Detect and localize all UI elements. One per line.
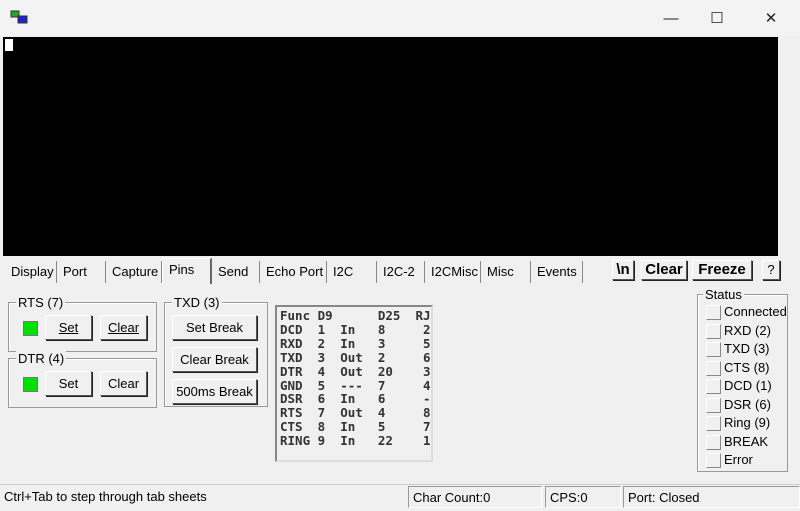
tab-events[interactable]: Events xyxy=(531,261,583,283)
newline-button[interactable]: \n xyxy=(612,260,634,280)
status-item-label: RXD (2) xyxy=(724,322,771,338)
txd-label: TXD (3) xyxy=(172,295,222,310)
rts-label: RTS (7) xyxy=(16,295,66,310)
serial-port-icon xyxy=(10,10,28,24)
status-indicator xyxy=(706,342,721,357)
pin-table-row: TXD 3 Out 2 6 xyxy=(280,349,431,365)
pin-table-row: DTR 4 Out 20 3 xyxy=(280,363,431,379)
status-item-label: BREAK xyxy=(724,433,769,449)
pin-table: Func D9 D25 RJ DCD 1 In 8 2 RXD 2 In 3 5 TX… xyxy=(275,305,433,462)
title-bar: — ☐ ✕ xyxy=(0,0,800,36)
rts-indicator xyxy=(23,321,38,336)
rts-clear-button[interactable]: Clear xyxy=(100,315,147,340)
status-item-label: TXD (3) xyxy=(724,341,770,356)
terminal-output[interactable] xyxy=(3,37,778,256)
pin-table-row: RTS 7 Out 4 8 xyxy=(280,405,431,421)
status-item-label: DSR (6) xyxy=(724,396,771,412)
minimize-button[interactable]: — xyxy=(648,0,694,36)
close-button[interactable]: ✕ xyxy=(748,0,794,36)
clear-button[interactable]: Clear xyxy=(641,260,687,280)
status-item-label: Connected xyxy=(724,304,787,319)
char-count: Char Count:0 xyxy=(408,486,542,508)
dtr-indicator xyxy=(23,377,38,392)
vertical-scrollbar[interactable] xyxy=(778,37,797,256)
status-indicator xyxy=(706,416,721,431)
status-hint: Ctrl+Tab to step through tab sheets xyxy=(4,489,207,504)
tab-send[interactable]: Send xyxy=(212,261,260,283)
set-break-button[interactable]: Set Break xyxy=(172,315,257,340)
tab-i2cmisc[interactable]: I2CMisc xyxy=(425,261,481,283)
status-label: Status xyxy=(703,287,744,302)
help-button[interactable]: ? xyxy=(762,260,780,280)
pin-table-row: RING 9 In 22 1 xyxy=(280,433,431,449)
pin-table-row: CTS 8 In 5 7 xyxy=(280,419,431,435)
status-indicator xyxy=(706,453,721,468)
dtr-label: DTR (4) xyxy=(16,351,67,366)
pin-table-row: RXD 2 In 3 5 xyxy=(280,335,431,351)
freeze-button[interactable]: Freeze xyxy=(692,260,752,280)
clear-break-button[interactable]: Clear Break xyxy=(172,347,257,372)
status-item-label: Error xyxy=(724,452,753,467)
tab-port[interactable]: Port xyxy=(57,261,106,283)
maximize-button[interactable]: ☐ xyxy=(694,0,740,36)
status-indicator xyxy=(706,323,721,339)
tab-display[interactable]: Display xyxy=(5,261,57,283)
pin-table-row: DSR 6 In 6 - xyxy=(280,391,431,407)
pin-table-header: Func D9 D25 RJ xyxy=(280,308,431,323)
status-indicator xyxy=(706,379,721,394)
tab-pins[interactable]: Pins xyxy=(162,258,212,284)
pin-table-row: DCD 1 In 8 2 xyxy=(280,321,431,337)
dtr-clear-button[interactable]: Clear xyxy=(100,371,147,396)
pin-table-row: GND 5 --- 7 4 xyxy=(280,377,431,393)
status-item-label: DCD (1) xyxy=(724,378,772,393)
tab-i2c[interactable]: I2C xyxy=(327,261,377,283)
status-item-label: CTS (8) xyxy=(724,359,770,375)
tab-capture[interactable]: Capture xyxy=(106,261,162,283)
rts-set-button[interactable]: Set xyxy=(45,315,92,340)
cps: CPS:0 xyxy=(545,486,621,508)
status-indicator xyxy=(706,305,721,320)
port-status: Port: Closed xyxy=(623,486,800,508)
status-indicator xyxy=(706,397,721,413)
dtr-set-button[interactable]: Set xyxy=(45,371,92,396)
text-cursor xyxy=(5,39,13,51)
tab-misc[interactable]: Misc xyxy=(481,261,531,283)
status-indicator xyxy=(706,360,721,376)
tab-i2c-2[interactable]: I2C-2 xyxy=(377,261,425,283)
status-item-label: Ring (9) xyxy=(724,415,771,430)
tab-echo-port[interactable]: Echo Port xyxy=(260,261,327,283)
500ms-break-button[interactable]: 500ms Break xyxy=(172,379,257,404)
status-indicator xyxy=(706,434,721,450)
